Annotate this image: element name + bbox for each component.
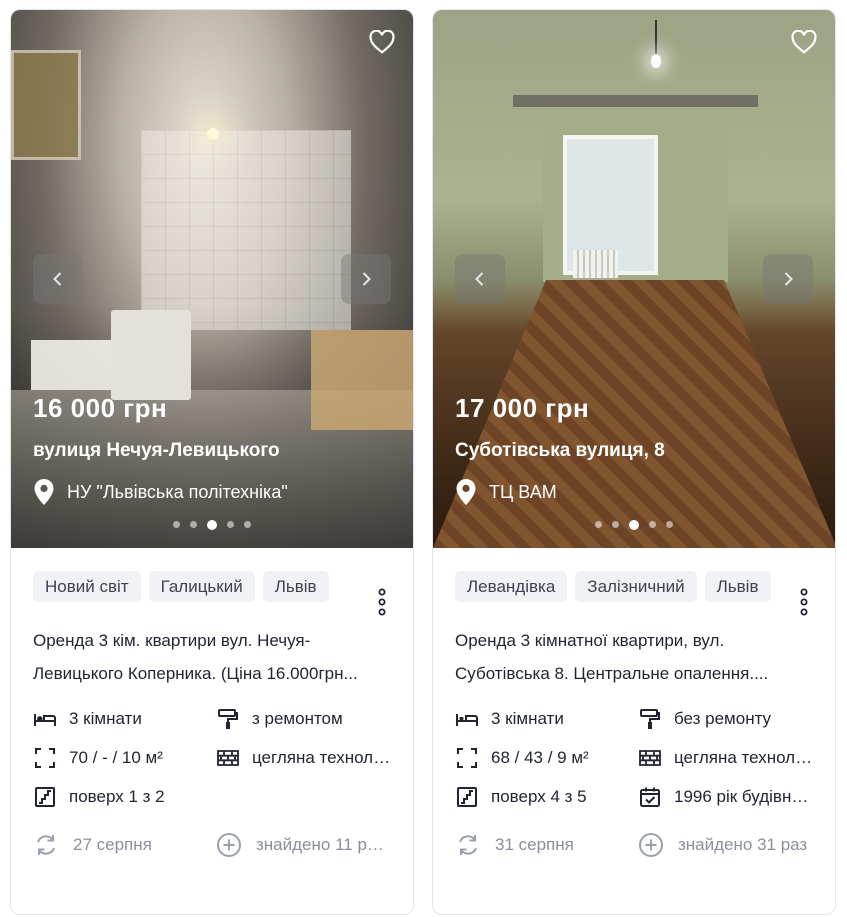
description-line-2: Суботівська 8. Центральне опалення.... xyxy=(455,664,769,683)
stairs-icon xyxy=(35,787,55,807)
spec-area: 68 / 43 / 9 м² xyxy=(455,745,638,771)
listing-description[interactable]: Оренда 3 кім. квартири вул. Нечуя- Левиц… xyxy=(33,624,393,690)
refresh-icon xyxy=(459,835,477,855)
photo-prev-button[interactable] xyxy=(455,254,505,304)
spec-rooms: 3 кімнати xyxy=(455,706,638,732)
listing-street[interactable]: вулиця Нечуя-Левицького xyxy=(33,440,280,462)
brick-wall-icon xyxy=(217,750,239,766)
refresh-icon xyxy=(37,835,55,855)
brick-wall-icon xyxy=(639,750,661,766)
stairs-icon xyxy=(457,787,477,807)
location-tags: Новий світ Галицький Львів xyxy=(33,571,353,602)
photo-scene-cornice xyxy=(513,95,758,107)
listing-landmark: ТЦ ВАМ xyxy=(455,478,557,506)
listing-specs: 3 кімнати без ремонту 68 / 43 / 9 м² цег… xyxy=(455,706,813,810)
photo-scene-lamp-cord xyxy=(655,20,657,56)
listing-card[interactable]: 16 000 грн вулиця Нечуя-Левицького НУ "Л… xyxy=(10,9,414,915)
paint-roller-icon xyxy=(218,709,238,729)
chevron-right-icon xyxy=(362,272,371,286)
spec-renovation: з ремонтом xyxy=(216,706,391,732)
spec-renovation: без ремонту xyxy=(638,706,813,732)
listing-info: Левандівка Залізничний Львів Оренда 3 кі… xyxy=(433,548,835,914)
spec-floor: поверх 1 з 2 xyxy=(33,784,216,810)
tag-district[interactable]: Залізничний xyxy=(575,571,697,602)
chevron-left-icon xyxy=(475,272,484,286)
photo-scene-radiator xyxy=(573,250,618,278)
listing-street[interactable]: Суботівська вулиця, 8 xyxy=(455,440,665,462)
tag-neighborhood[interactable]: Новий світ xyxy=(33,571,141,602)
pagination-dot[interactable] xyxy=(227,521,234,528)
photo-scene-lamp xyxy=(207,128,219,140)
map-pin-icon xyxy=(456,479,476,505)
listing-specs: 3 кімнати з ремонтом 70 / - / 10 м² цегл… xyxy=(33,706,391,810)
location-tags: Левандівка Залізничний Львів xyxy=(455,571,775,602)
photo-next-button[interactable] xyxy=(341,254,391,304)
bed-icon xyxy=(34,714,56,726)
tag-city[interactable]: Львів xyxy=(704,571,771,602)
pagination-dot-active[interactable] xyxy=(207,520,217,530)
spec-area: 70 / - / 10 м² xyxy=(33,745,216,771)
area-frame-icon xyxy=(35,748,55,768)
photo-next-button[interactable] xyxy=(763,254,813,304)
listing-footer: 27 серпня знайдено 11 разів xyxy=(33,832,391,858)
description-line-1: Оренда 3 кім. квартири вул. Нечуя- xyxy=(33,631,311,650)
area-frame-icon xyxy=(457,748,477,768)
listing-description[interactable]: Оренда 3 кімнатної квартири, вул. Суботі… xyxy=(455,624,815,690)
heart-outline-icon[interactable] xyxy=(791,29,817,54)
pagination-dot[interactable] xyxy=(173,521,180,528)
description-line-2: Левицького Коперника. (Ціна 16.000грн... xyxy=(33,664,358,683)
listing-photo[interactable]: 16 000 грн вулиця Нечуя-Левицького НУ "Л… xyxy=(11,10,413,548)
listing-landmark: НУ "Львівська політехніка" xyxy=(33,478,288,506)
chevron-left-icon xyxy=(53,272,62,286)
listing-found-count[interactable]: знайдено 31 раз xyxy=(638,832,813,858)
vertical-dots-icon[interactable] xyxy=(799,588,809,616)
plus-circle-icon xyxy=(639,833,663,857)
listing-price: 17 000 грн xyxy=(455,393,590,423)
photo-scene-window xyxy=(11,50,81,160)
spec-rooms: 3 кімнати xyxy=(33,706,216,732)
pagination-dot[interactable] xyxy=(612,521,619,528)
tag-district[interactable]: Галицький xyxy=(148,571,255,602)
listing-card[interactable]: 17 000 грн Суботівська вулиця, 8 ТЦ ВАМ … xyxy=(432,9,836,915)
photo-scene-lamp xyxy=(651,54,661,68)
bed-icon xyxy=(456,714,478,726)
chevron-right-icon xyxy=(784,272,793,286)
pagination-dot[interactable] xyxy=(666,521,673,528)
spec-material: цегляна технологія xyxy=(216,745,391,771)
photo-pagination xyxy=(11,520,413,530)
photo-scene-table xyxy=(311,330,413,430)
tag-neighborhood[interactable]: Левандівка xyxy=(455,571,568,602)
pagination-dot[interactable] xyxy=(649,521,656,528)
listing-price: 16 000 грн xyxy=(33,393,168,423)
landmark-label: ТЦ ВАМ xyxy=(489,481,557,502)
listing-date: 27 серпня xyxy=(33,832,216,858)
listing-found-count[interactable]: знайдено 11 разів xyxy=(216,832,391,858)
pagination-dot-active[interactable] xyxy=(629,520,639,530)
spec-material: цегляна технологія xyxy=(638,745,813,771)
pagination-dot[interactable] xyxy=(595,521,602,528)
photo-scene-tiles xyxy=(141,130,351,330)
map-pin-icon xyxy=(34,479,54,505)
landmark-label: НУ "Львівська політехніка" xyxy=(67,481,288,502)
listing-footer: 31 серпня знайдено 31 раз xyxy=(455,832,813,858)
listing-photo[interactable]: 17 000 грн Суботівська вулиця, 8 ТЦ ВАМ xyxy=(433,10,835,548)
description-line-1: Оренда 3 кімнатної квартири, вул. xyxy=(455,631,725,650)
vertical-dots-icon[interactable] xyxy=(377,588,387,616)
paint-roller-icon xyxy=(640,709,660,729)
pagination-dot[interactable] xyxy=(244,521,251,528)
pagination-dot[interactable] xyxy=(190,521,197,528)
photo-prev-button[interactable] xyxy=(33,254,83,304)
heart-outline-icon[interactable] xyxy=(369,29,395,54)
listing-info: Новий світ Галицький Львів Оренда 3 кім.… xyxy=(11,548,413,914)
photo-pagination xyxy=(433,520,835,530)
listing-date: 31 серпня xyxy=(455,832,638,858)
tag-city[interactable]: Львів xyxy=(262,571,329,602)
spec-floor: поверх 4 з 5 xyxy=(455,784,638,810)
spec-year: 1996 рік будівництва xyxy=(638,784,813,810)
calendar-check-icon xyxy=(640,787,660,807)
photo-scene-stove xyxy=(111,310,191,400)
plus-circle-icon xyxy=(217,833,241,857)
